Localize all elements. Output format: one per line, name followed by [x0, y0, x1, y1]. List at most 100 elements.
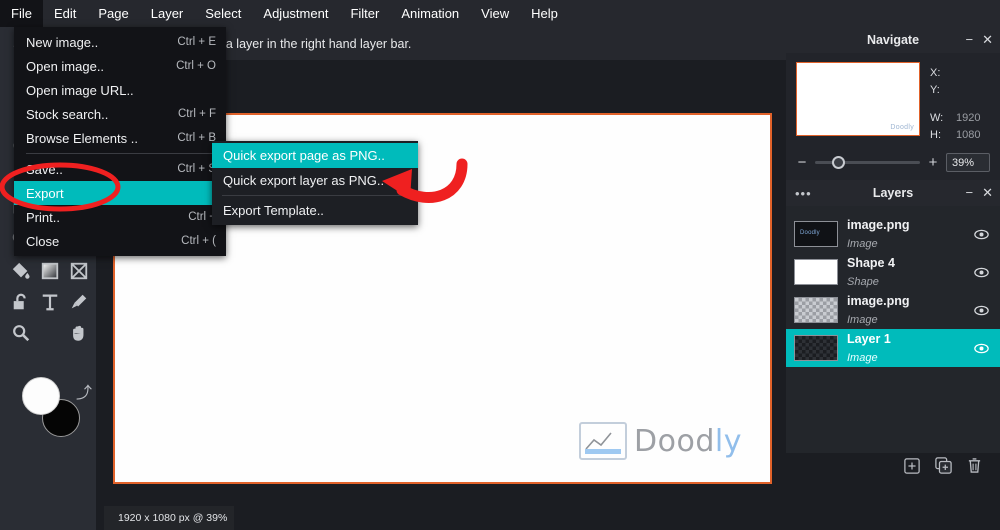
menu-item-shortcut: Ctrl + (	[181, 235, 216, 247]
doodly-wordmark-part1: Dood	[634, 423, 715, 459]
eyedropper-tool[interactable]	[64, 286, 93, 317]
submenu-separator	[222, 195, 408, 196]
layer-visibility-icon[interactable]	[972, 229, 990, 240]
layers-minimize-icon[interactable]: −	[966, 185, 974, 201]
layer-thumbnail	[794, 335, 838, 361]
zoom-tool[interactable]	[6, 317, 35, 348]
layers-close-icon[interactable]: ✕	[982, 185, 993, 201]
menu-item-new-image[interactable]: New image.. Ctrl + E	[14, 30, 226, 54]
layer-name: image.png	[847, 293, 910, 308]
menu-item-browse-elements[interactable]: Browse Elements .. Ctrl + B	[14, 126, 226, 150]
menu-item-shortcut: Ctrl + E	[177, 36, 216, 48]
menu-filter[interactable]: Filter	[339, 0, 390, 27]
layers-options-icon[interactable]: •••	[795, 186, 812, 201]
navigate-h-label: H:	[930, 128, 941, 141]
menu-animation[interactable]: Animation	[390, 0, 470, 27]
submenu-item-export-template[interactable]: Export Template..	[212, 198, 418, 223]
hand-tool[interactable]	[64, 317, 93, 348]
menu-item-save[interactable]: Save.. Ctrl + S	[14, 157, 226, 181]
text-tool[interactable]	[35, 286, 64, 317]
canvas-hint-text: elect a layer in the right hand layer ba…	[196, 36, 412, 51]
gradient-tool[interactable]	[35, 255, 64, 286]
navigate-panel-header: Navigate − ✕	[786, 27, 1000, 53]
layer-type: Image	[847, 238, 878, 250]
menu-item-print[interactable]: Print.. Ctrl +	[14, 205, 226, 229]
add-layer-icon[interactable]	[904, 457, 920, 479]
navigate-x-label: X:	[930, 66, 941, 79]
zoom-level-input[interactable]: 39%	[946, 153, 990, 172]
layer-visibility-icon[interactable]	[972, 343, 990, 354]
delete-layer-icon[interactable]	[967, 457, 982, 479]
layer-visibility-icon[interactable]	[972, 305, 990, 316]
layer-row[interactable]: Doodly image.png Image	[786, 215, 1000, 253]
layer-type: Shape	[847, 276, 879, 288]
file-dropdown-menu: New image.. Ctrl + E Open image.. Ctrl +…	[14, 27, 226, 256]
transparency-tool[interactable]	[64, 255, 93, 286]
navigate-close-icon[interactable]: ✕	[982, 32, 993, 48]
menu-separator	[26, 153, 214, 154]
menu-file[interactable]: File	[0, 0, 43, 27]
image-editor-window: ⤴ elect a layer in the right hand layer …	[0, 0, 1000, 530]
menu-item-shortcut: Ctrl + S	[177, 163, 216, 175]
navigate-field-x: X:	[930, 64, 990, 81]
submenu-item-quick-export-layer[interactable]: Quick export layer as PNG..	[212, 168, 418, 193]
navigate-y-label: Y:	[930, 83, 940, 96]
navigate-field-y: Y:	[930, 81, 990, 98]
menu-edit[interactable]: Edit	[43, 0, 87, 27]
lock-tool[interactable]	[6, 286, 35, 317]
zoom-out-button[interactable]: −	[796, 154, 808, 171]
menu-view[interactable]: View	[470, 0, 520, 27]
menu-page[interactable]: Page	[87, 0, 139, 27]
menu-item-open-image-url[interactable]: Open image URL..	[14, 78, 226, 102]
zoom-slider-handle[interactable]	[831, 156, 845, 169]
menu-adjustment[interactable]: Adjustment	[252, 0, 339, 27]
layer-name: Shape 4	[847, 255, 895, 270]
menu-item-label: Close	[26, 233, 60, 249]
submenu-item-quick-export-page[interactable]: Quick export page as PNG..	[212, 143, 418, 168]
right-panel-column: Navigate − ✕ Doodly X: Y: W: 1920 H: 108…	[786, 27, 1000, 530]
zoom-control: − + 39%	[796, 153, 990, 172]
menu-item-label: Save..	[26, 161, 63, 177]
doodly-wordmark: Doodly	[634, 424, 742, 459]
doodly-wordmark-part2: ly	[714, 423, 742, 459]
menu-item-label: Browse Elements ..	[26, 130, 138, 146]
doodly-chart-icon	[579, 422, 628, 460]
menu-item-export[interactable]: Export	[14, 181, 226, 205]
navigate-field-w: W: 1920	[930, 109, 990, 126]
navigator-thumbnail[interactable]: Doodly	[796, 62, 920, 136]
layer-row[interactable]: Shape 4 Shape	[786, 253, 1000, 291]
menu-item-label: Print..	[26, 209, 60, 225]
zoom-in-button[interactable]: +	[927, 154, 939, 171]
layers-panel-header: ••• Layers − ✕	[786, 180, 1000, 206]
navigate-panel-body: Doodly X: Y: W: 1920 H: 1080 − + 39%	[786, 53, 1000, 180]
paint-bucket-tool[interactable]	[6, 255, 35, 286]
menu-select[interactable]: Select	[194, 0, 252, 27]
menu-item-close[interactable]: Close Ctrl + (	[14, 229, 226, 253]
color-swatches: ⤴	[22, 377, 92, 439]
layer-row[interactable]: image.png Image	[786, 291, 1000, 329]
layer-type: Image	[847, 314, 878, 326]
menu-item-label: Stock search..	[26, 106, 109, 122]
status-bar: 1920 x 1080 px @ 39%	[104, 506, 234, 530]
layers-toolbar	[786, 453, 1000, 483]
menu-item-stock-search[interactable]: Stock search.. Ctrl + F	[14, 102, 226, 126]
foreground-color-swatch[interactable]	[22, 377, 60, 415]
menu-item-label: Export	[26, 185, 64, 201]
menu-layer[interactable]: Layer	[140, 0, 195, 27]
navigate-minimize-icon[interactable]: −	[966, 32, 974, 48]
menu-item-open-image[interactable]: Open image.. Ctrl + O	[14, 54, 226, 78]
layer-row-selected[interactable]: Layer 1 Image	[786, 329, 1000, 367]
menu-help[interactable]: Help	[520, 0, 569, 27]
swap-colors-icon[interactable]: ⤴	[76, 379, 92, 403]
layer-thumbnail	[794, 297, 838, 323]
zoom-slider[interactable]	[815, 156, 920, 169]
navigate-h-value: 1080	[956, 128, 981, 141]
menu-item-label: Open image URL..	[26, 82, 134, 98]
menu-item-shortcut: Ctrl + F	[177, 108, 216, 120]
menu-item-label: Open image..	[26, 58, 105, 74]
menu-bar: File Edit Page Layer Select Adjustment F…	[0, 0, 1000, 27]
layers-panel-title: Layers	[872, 186, 914, 200]
layer-visibility-icon[interactable]	[972, 267, 990, 278]
duplicate-layer-icon[interactable]	[935, 457, 952, 479]
menu-item-shortcut: Ctrl + B	[177, 132, 216, 144]
